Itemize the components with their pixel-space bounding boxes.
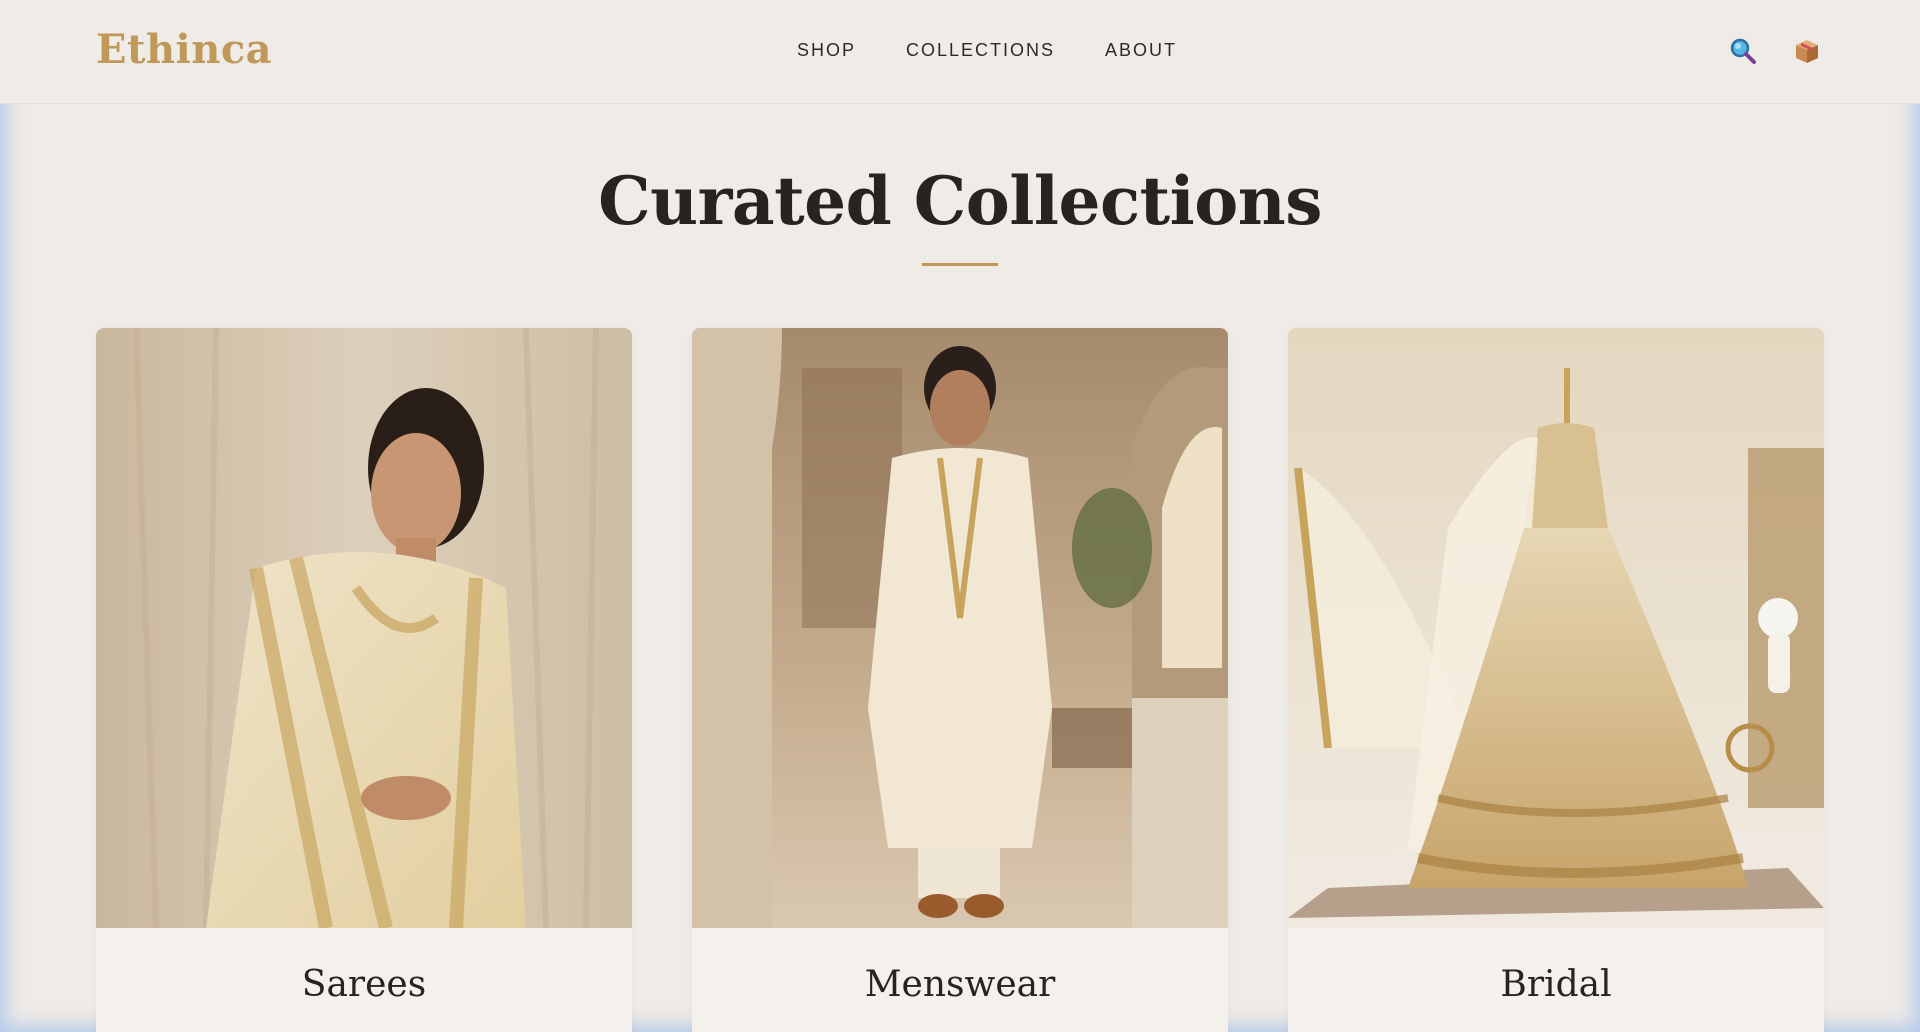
collection-label: Menswear bbox=[864, 964, 1056, 1005]
bridal-image bbox=[1288, 328, 1824, 928]
menswear-image bbox=[692, 328, 1228, 928]
cart-box-icon[interactable] bbox=[1792, 36, 1822, 66]
collection-card-sarees[interactable]: Sarees bbox=[96, 328, 632, 1032]
sarees-image bbox=[96, 328, 632, 928]
collection-card-menswear[interactable]: Menswear bbox=[692, 328, 1228, 1032]
nav-shop[interactable]: SHOP bbox=[797, 40, 856, 61]
collection-card-bridal[interactable]: Bridal bbox=[1288, 328, 1824, 1032]
page-viewport: Ethinca SHOP COLLECTIONS ABOUT Curated C… bbox=[0, 0, 1920, 1032]
site-header: Ethinca SHOP COLLECTIONS ABOUT bbox=[0, 0, 1920, 104]
title-underline bbox=[922, 263, 998, 266]
nav-collections[interactable]: COLLECTIONS bbox=[906, 40, 1055, 61]
main-nav: SHOP COLLECTIONS ABOUT bbox=[797, 40, 1177, 61]
search-icon[interactable] bbox=[1728, 36, 1758, 66]
collection-label: Sarees bbox=[301, 964, 427, 1005]
brand-logo[interactable]: Ethinca bbox=[96, 26, 272, 73]
nav-about[interactable]: ABOUT bbox=[1105, 40, 1177, 61]
collection-label: Bridal bbox=[1500, 964, 1612, 1005]
page-title: Curated Collections bbox=[598, 162, 1322, 240]
